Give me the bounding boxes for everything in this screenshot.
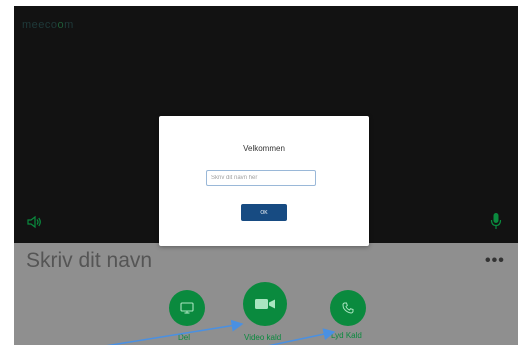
arrow-to-video-call (106, 319, 244, 345)
monitor-icon (180, 302, 194, 314)
speaker-icon[interactable] (26, 215, 42, 229)
app-logo: meecoom (22, 19, 74, 31)
microphone-icon[interactable] (490, 212, 502, 230)
welcome-dialog: Velkommen OK (159, 116, 369, 246)
name-heading: Skriv dit navn (26, 249, 153, 272)
ok-button[interactable]: OK (241, 204, 287, 221)
phone-icon (342, 302, 354, 314)
share-button[interactable] (169, 290, 205, 326)
video-call-label: Video kald (244, 333, 282, 342)
name-input[interactable] (206, 170, 316, 186)
video-call-button[interactable] (243, 282, 287, 326)
dialog-title: Velkommen (243, 144, 285, 153)
share-label: Del (178, 333, 191, 342)
more-options-icon[interactable]: ••• (485, 252, 505, 270)
video-camera-icon (255, 299, 275, 309)
audio-call-button[interactable] (330, 290, 366, 326)
audio-call-label: Lyd Kald (331, 331, 362, 340)
